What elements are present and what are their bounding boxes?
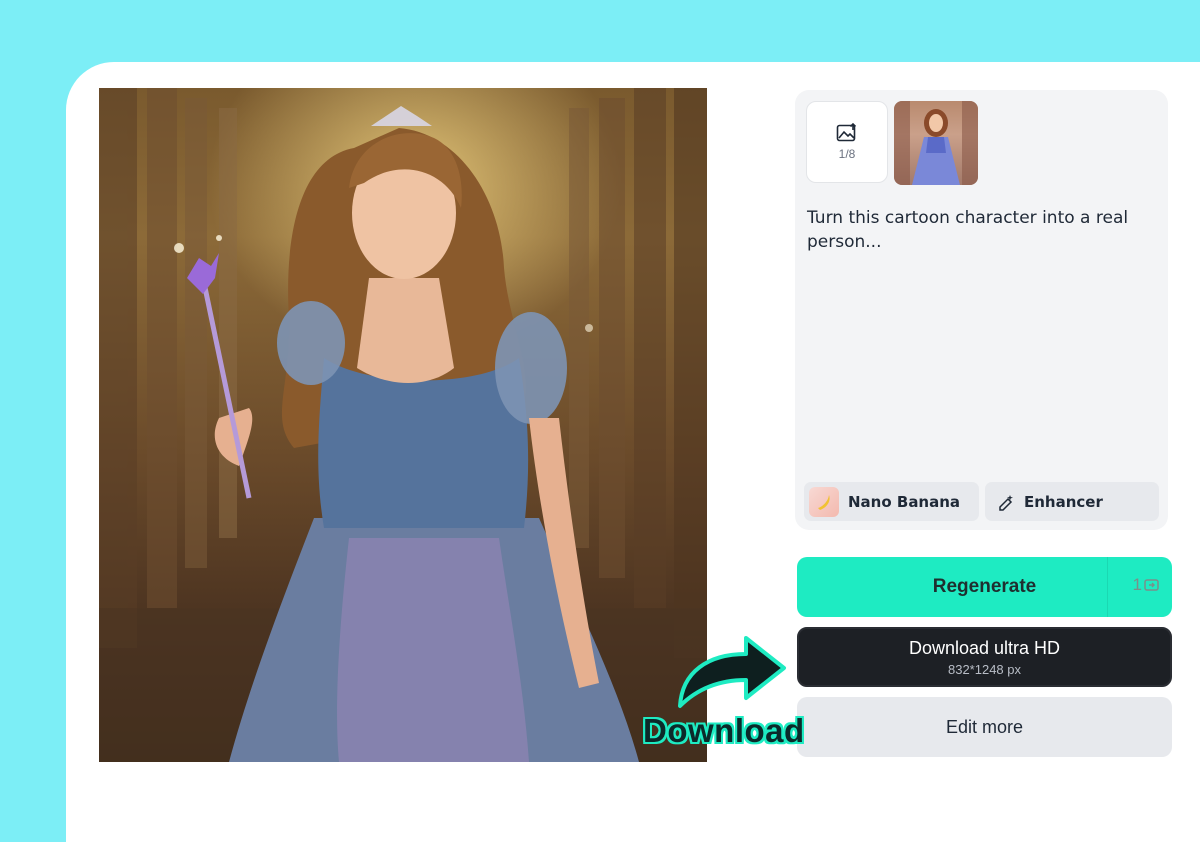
princess-photo-image (99, 88, 707, 762)
upload-image-button[interactable]: 1/8 (806, 101, 888, 183)
model-selector[interactable]: Nano Banana (804, 482, 979, 521)
regenerate-button[interactable]: Regenerate 1 (797, 557, 1172, 617)
enhancer-label: Enhancer (1024, 492, 1103, 511)
regenerate-label: Regenerate (932, 576, 1037, 597)
edit-more-label: Edit more (945, 716, 1024, 737)
download-ultra-hd-button[interactable]: Download ultra HD 832*1248 px (797, 627, 1172, 687)
regenerate-credits: 1 (1133, 575, 1160, 595)
regenerate-divider (1107, 557, 1108, 617)
enhancer-icon (999, 494, 1013, 511)
download-label: Download ultra HD (908, 637, 1061, 658)
edit-more-button[interactable]: Edit more (797, 697, 1172, 757)
download-annotation-label: Download (643, 712, 805, 749)
credit-icon (1144, 579, 1159, 591)
result-image[interactable] (99, 88, 707, 762)
curved-arrow-icon (678, 636, 786, 708)
reference-thumbnail[interactable] (894, 101, 978, 185)
upload-count: 1/8 (838, 147, 856, 161)
enhancer-toggle[interactable]: Enhancer (985, 482, 1159, 521)
download-size: 832*1248 px (947, 661, 1021, 677)
model-label: Nano Banana (848, 492, 961, 511)
prompt-text[interactable]: Turn this cartoon character into a real … (807, 206, 1157, 254)
cartoon-princess-thumbnail (894, 101, 978, 185)
banana-model-icon (809, 486, 839, 517)
image-upload-icon (836, 123, 857, 142)
credit-count: 1 (1132, 575, 1142, 594)
